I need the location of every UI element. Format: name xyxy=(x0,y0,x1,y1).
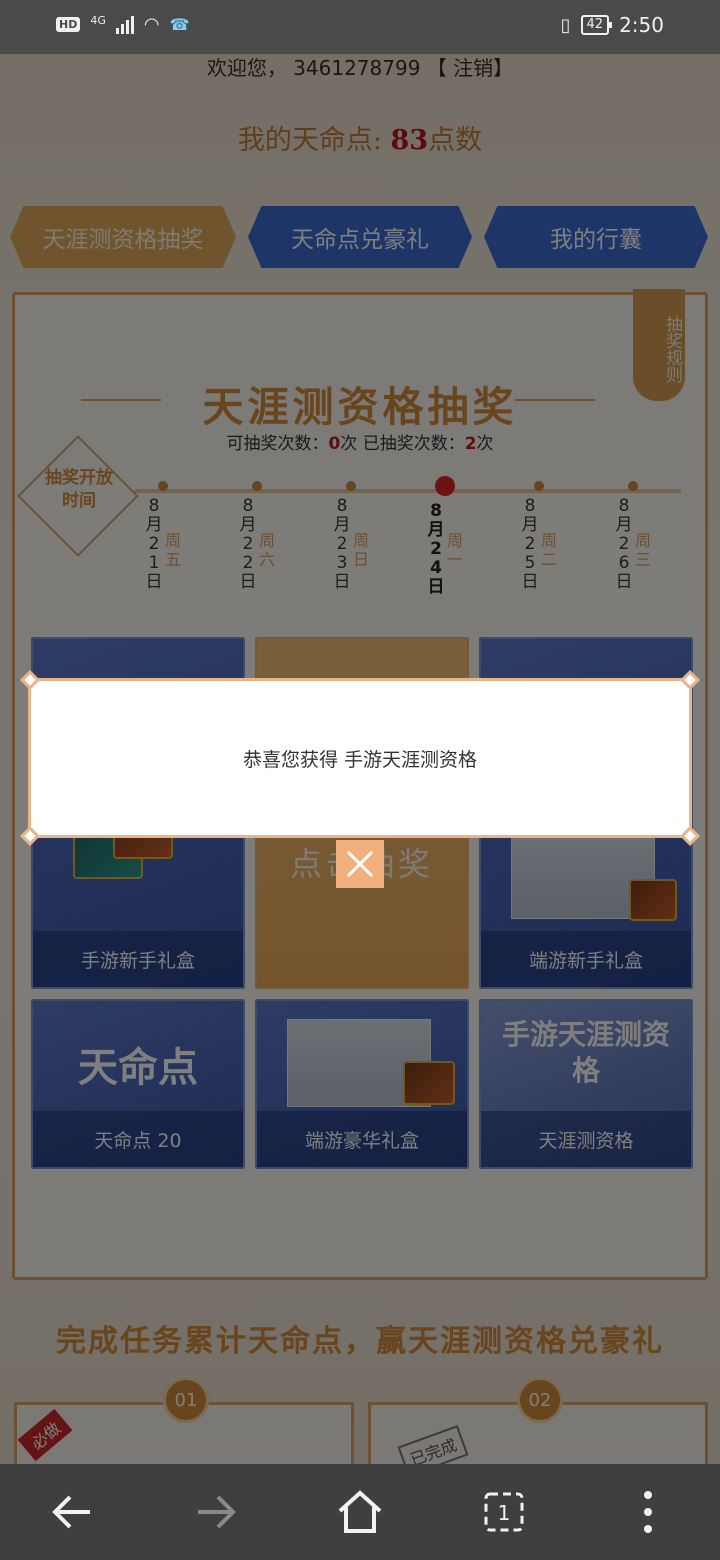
status-left: HD 4G ◠ ☎ xyxy=(56,14,190,35)
network-type: 4G xyxy=(90,14,106,27)
call-icon: ☎ xyxy=(169,15,190,34)
home-icon xyxy=(338,1490,382,1533)
tabs-icon: 1 xyxy=(484,1492,524,1532)
signal-icon xyxy=(115,15,134,34)
status-right: ▯ 42 2:50 xyxy=(561,13,664,37)
wifi-icon: ◠ xyxy=(143,14,160,35)
svg-text:1: 1 xyxy=(498,1501,511,1525)
battery-icon: 42 xyxy=(580,15,612,35)
back-button[interactable] xyxy=(42,1486,102,1538)
browser-nav-bar: 1 xyxy=(0,1464,720,1560)
clock: 2:50 xyxy=(619,13,664,37)
close-icon xyxy=(346,850,374,878)
hd-icon: HD xyxy=(56,17,81,32)
tabs-button[interactable]: 1 xyxy=(474,1486,534,1538)
more-vertical-icon xyxy=(644,1491,652,1533)
status-bar: HD 4G ◠ ☎ ▯ 42 2:50 xyxy=(0,0,720,54)
dialog-close-button[interactable] xyxy=(336,840,384,888)
home-button[interactable] xyxy=(330,1486,390,1538)
menu-button[interactable] xyxy=(618,1486,678,1538)
forward-arrow-icon xyxy=(198,1495,236,1529)
forward-button[interactable] xyxy=(186,1486,246,1538)
back-arrow-icon xyxy=(52,1495,90,1529)
vibrate-icon: ▯ xyxy=(560,14,571,36)
result-dialog: 恭喜您获得 手游天涯测资格 xyxy=(20,670,700,846)
dialog-message: 恭喜您获得 手游天涯测资格 xyxy=(242,748,478,771)
